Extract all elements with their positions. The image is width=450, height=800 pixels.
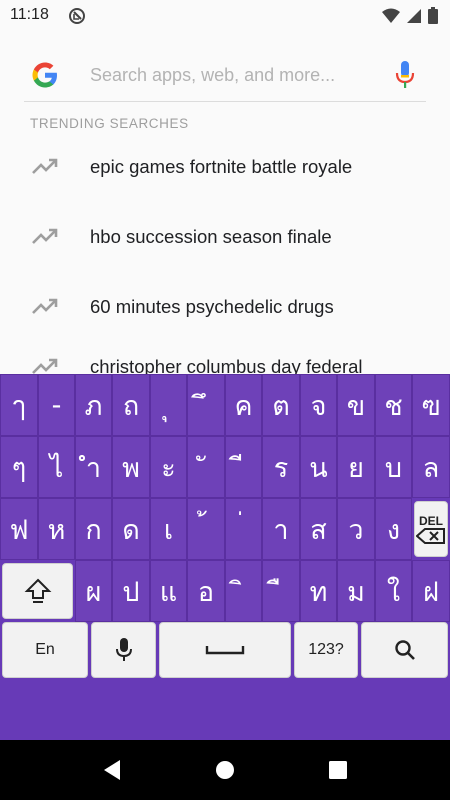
key[interactable]: ฝ (412, 560, 450, 622)
trending-item-label: 60 minutes psychedelic drugs (90, 296, 334, 317)
google-logo-icon (32, 62, 57, 88)
keyboard-row-3: ฟ ห ก ด เ ้ ่ า ส ว ง DEL (0, 498, 450, 560)
key[interactable]: ่ (225, 498, 262, 560)
key[interactable]: ก (75, 498, 112, 560)
search-bar (24, 48, 426, 102)
numbers-key-label: 123? (308, 641, 344, 658)
key[interactable]: บ (375, 436, 412, 498)
search-key[interactable] (361, 622, 448, 678)
trending-up-icon (32, 158, 58, 174)
key[interactable]: ฃ (412, 374, 450, 436)
home-icon[interactable] (213, 758, 237, 782)
voice-search-mic-icon[interactable] (394, 60, 416, 90)
key[interactable]: ล (412, 436, 450, 498)
key[interactable]: - (38, 374, 75, 436)
key[interactable]: ห (38, 498, 75, 560)
microphone-icon (115, 638, 132, 661)
delete-key[interactable]: DEL (414, 501, 448, 557)
key[interactable]: ด (112, 498, 150, 560)
trending-up-icon (32, 228, 58, 244)
key[interactable]: ง (375, 498, 412, 560)
battery-icon (428, 7, 438, 24)
search-icon (394, 640, 415, 660)
back-icon[interactable] (100, 758, 124, 782)
recents-icon[interactable] (326, 758, 350, 782)
space-bar-icon (205, 646, 245, 655)
key[interactable]: ำ (75, 436, 112, 498)
trending-item-label: hbo succession season finale (90, 226, 332, 247)
key[interactable]: น (300, 436, 337, 498)
key[interactable]: ข (337, 374, 375, 436)
wifi-icon (382, 8, 400, 23)
search-input[interactable] (90, 62, 370, 88)
delete-key-content: DEL (416, 514, 446, 544)
shift-key[interactable] (2, 563, 73, 619)
key[interactable]: ต (262, 374, 300, 436)
status-bar: 11:18 (0, 0, 450, 32)
key[interactable]: ช (375, 374, 412, 436)
trending-searches-header: TRENDING SEARCHES (30, 116, 189, 131)
key[interactable]: ะ (150, 436, 187, 498)
key[interactable]: ค (225, 374, 262, 436)
trending-item[interactable]: epic games fortnite battle royale (0, 140, 450, 200)
key[interactable]: ื (262, 560, 300, 622)
key[interactable]: อ (187, 560, 225, 622)
key[interactable]: ผ (75, 560, 112, 622)
key[interactable]: ส (300, 498, 337, 560)
navigation-bar (0, 740, 450, 800)
key[interactable]: ิ (225, 560, 262, 622)
trending-item[interactable]: hbo succession season finale (0, 210, 450, 270)
key[interactable]: ม (337, 560, 375, 622)
key[interactable]: ุ (150, 374, 187, 436)
language-key-label: En (35, 641, 55, 658)
key[interactable]: ว (337, 498, 375, 560)
key[interactable]: ฟ (0, 498, 38, 560)
delete-key-label: DEL (419, 514, 443, 528)
key[interactable]: ภ (75, 374, 112, 436)
trending-item-label: epic games fortnite battle royale (90, 156, 353, 177)
keyboard-row-4: ผ ป แ อ ิ ื ท ม ใ ฝ (0, 560, 450, 622)
shift-arrow-icon (24, 578, 51, 603)
trending-up-icon (32, 298, 58, 314)
backspace-icon (416, 528, 445, 544)
key[interactable]: ๆ (0, 436, 38, 498)
key[interactable]: ย (337, 436, 375, 498)
key[interactable]: ี (225, 436, 262, 498)
key[interactable]: ร (262, 436, 300, 498)
status-time: 11:18 (10, 6, 49, 23)
key[interactable]: แ (150, 560, 187, 622)
key[interactable]: ๅ (0, 374, 38, 436)
language-key[interactable]: En (2, 622, 88, 678)
key[interactable]: พ (112, 436, 150, 498)
voice-input-key[interactable] (91, 622, 156, 678)
trending-item[interactable]: 60 minutes psychedelic drugs (0, 280, 450, 340)
key[interactable]: า (262, 498, 300, 560)
key[interactable]: เ (150, 498, 187, 560)
do-not-disturb-icon (69, 8, 85, 24)
key[interactable]: ถ (112, 374, 150, 436)
key[interactable]: ึ (187, 374, 225, 436)
numbers-key[interactable]: 123? (294, 622, 358, 678)
status-icons (382, 7, 438, 24)
keyboard-row-2: ๆ ไ ำ พ ะ ั ี ร น ย บ ล (0, 436, 450, 498)
thai-keyboard: ๅ - ภ ถ ุ ึ ค ต จ ข ช ฃ ๆ ไ ำ พ ะ ั ี ร … (0, 374, 450, 740)
key[interactable]: ป (112, 560, 150, 622)
key[interactable]: ั (187, 436, 225, 498)
key[interactable]: จ (300, 374, 337, 436)
key[interactable]: ท (300, 560, 337, 622)
key[interactable]: ้ (187, 498, 225, 560)
key[interactable]: ไ (38, 436, 75, 498)
key[interactable]: ใ (375, 560, 412, 622)
space-key[interactable] (159, 622, 291, 678)
keyboard-row-5: En 123? (0, 622, 450, 684)
keyboard-row-1: ๅ - ภ ถ ุ ึ ค ต จ ข ช ฃ (0, 374, 450, 436)
signal-icon (407, 8, 421, 23)
